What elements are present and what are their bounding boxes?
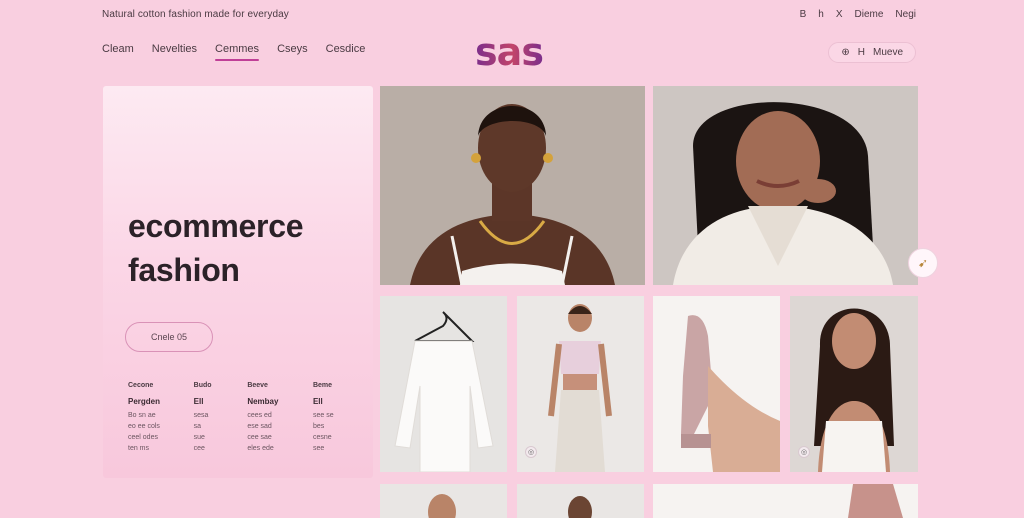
column-line: sesa (193, 412, 209, 419)
nav-item-cemmes[interactable]: Cemmes (215, 43, 260, 61)
product-photo (568, 496, 592, 518)
hero-column: Cecone Pergden Bo sn ae eo ee cols ceel … (128, 380, 180, 454)
hero-panel: ecommerce fashion Cnele 05 Cecone Pergde… (103, 86, 373, 478)
quick-view-icon[interactable]: ◎ (798, 446, 810, 458)
top-utility-bar: Natural cotton fashion made for everyday… (102, 6, 916, 22)
product-tile-model-blazer[interactable] (653, 86, 918, 285)
column-line: cee (193, 445, 205, 452)
column-line: see (312, 445, 325, 452)
model-photo (517, 296, 644, 472)
column-subheading[interactable]: Nembay (247, 396, 299, 407)
main-nav: Cleam Nevelties Cemmes Cseys Cesdice (102, 43, 365, 61)
column-line: bes (312, 423, 325, 430)
shoe-photo (653, 296, 780, 472)
column-line: cesne (312, 434, 332, 441)
nav-item-cseys[interactable]: Cseys (277, 43, 308, 61)
column-heading: Beeve (247, 382, 268, 389)
column-line: see se (312, 412, 334, 419)
product-photo (848, 484, 903, 518)
carousel-next-button[interactable]: ➹ (908, 248, 938, 278)
column-line: eles ede (247, 445, 274, 452)
utility-links: B h X Dieme Negi (800, 9, 916, 20)
nav-item-cleam[interactable]: Cleam (102, 43, 134, 61)
blouse-photo (380, 296, 507, 472)
column-line: cees ed (247, 412, 272, 419)
hero-title-line-2: fashion (128, 252, 240, 288)
utility-link-dieme[interactable]: Dieme (855, 9, 884, 20)
model-photo (790, 296, 918, 472)
heart-icon[interactable]: h (818, 9, 824, 20)
arrow-icon: ➹ (917, 256, 929, 270)
quick-view-icon[interactable]: ◎ (525, 446, 537, 458)
globe-icon: ⊕ (841, 46, 850, 58)
product-tile-white-blouse[interactable] (380, 296, 507, 472)
bag-icon[interactable]: B (800, 9, 807, 20)
hero-title: ecommerce fashion (128, 204, 304, 292)
product-tile-heel[interactable] (653, 296, 780, 472)
column-heading: Cecone (128, 382, 154, 389)
account-short: H (857, 46, 865, 58)
utility-link-negi[interactable]: Negi (895, 9, 916, 20)
column-line: sa (193, 423, 202, 430)
account-button[interactable]: ⊕ H Mueve (828, 41, 916, 63)
product-tile-crop-top[interactable]: ◎ (517, 296, 644, 472)
brand-logo[interactable]: sas (475, 30, 544, 74)
column-subheading[interactable]: Pergden (128, 396, 180, 407)
column-heading: Beme (312, 382, 333, 389)
column-heading: Budo (193, 382, 212, 389)
column-subheading[interactable]: Ell (194, 396, 234, 407)
hero-column: Beeve Nembay cees ed ese sad cee sae ele… (247, 380, 299, 454)
product-tile-strapless-top[interactable]: ◎ (790, 296, 918, 472)
column-line: ceel odes (128, 434, 158, 441)
column-line: ten ms (128, 445, 150, 452)
main-navigation-row: Cleam Nevelties Cemmes Cseys Cesdice sas… (102, 30, 916, 74)
close-icon[interactable]: X (836, 9, 843, 20)
model-photo (653, 86, 918, 285)
column-line: cee sae (247, 434, 272, 441)
product-photo (428, 494, 456, 518)
product-tile-model-necklace[interactable] (380, 86, 645, 285)
column-line: Bo sn ae (128, 412, 156, 419)
account-label: Mueve (872, 46, 903, 58)
promo-text: Natural cotton fashion made for everyday (102, 8, 289, 20)
product-tile-row3-1[interactable] (380, 484, 507, 518)
nav-item-cesdice[interactable]: Cesdice (326, 43, 366, 61)
nav-item-nevelties[interactable]: Nevelties (152, 43, 197, 61)
hero-info-columns: Cecone Pergden Bo sn ae eo ee cols ceel … (128, 380, 353, 454)
product-tile-row3-3[interactable] (653, 484, 918, 518)
column-line: sue (193, 434, 205, 441)
column-line: eo ee cols (128, 423, 160, 430)
hero-column: Budo Ell sesa sa sue cee (194, 380, 234, 454)
product-tile-row3-2[interactable] (517, 484, 644, 518)
column-line: ese sad (247, 423, 272, 430)
hero-cta-button[interactable]: Cnele 05 (125, 322, 213, 352)
hero-title-line-1: ecommerce (128, 208, 304, 244)
hero-column: Beme Ell see se bes cesne see (313, 380, 353, 454)
column-subheading[interactable]: Ell (313, 396, 353, 407)
model-photo (380, 86, 645, 285)
